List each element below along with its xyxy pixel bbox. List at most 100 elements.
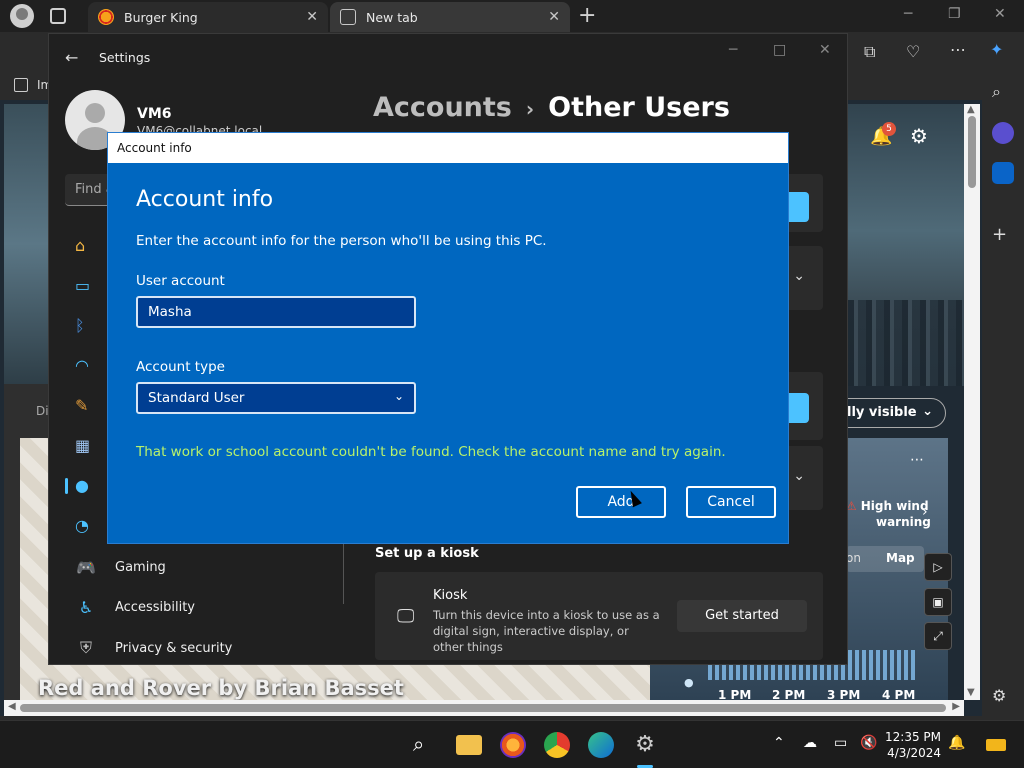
onedrive-cloud-icon[interactable]: ☁ <box>803 735 817 751</box>
vertical-scrollbar[interactable]: ▲ ▼ <box>964 104 980 700</box>
account-type-select[interactable]: Standard User ⌄ <box>136 382 416 414</box>
add-button[interactable]: Add <box>576 486 666 518</box>
scroll-right-icon[interactable]: ▶ <box>952 701 960 712</box>
minimize-icon[interactable]: ─ <box>729 42 737 58</box>
account-info-dialog: Account info Account info Enter the acco… <box>107 132 789 544</box>
weather-more-icon[interactable]: ⋯ <box>910 452 925 468</box>
taskbar: ⌕ ⚙ ⌃ ☁ ▭ 🔇 12:35 PM 4/3/2024 🔔 <box>0 720 1024 768</box>
tab-label: Burger King <box>124 9 198 25</box>
scroll-left-icon[interactable]: ◀ <box>8 701 16 712</box>
more-menu-icon[interactable]: ⋯ <box>950 40 966 59</box>
wind-warning[interactable]: ⚠ High wind warning <box>846 498 931 530</box>
collections-icon[interactable]: ⧉ <box>864 42 875 62</box>
droplet-icon: ● <box>684 676 694 689</box>
scroll-thumb[interactable] <box>968 116 976 188</box>
horizontal-scrollbar[interactable]: ◀ ▶ <box>4 700 964 716</box>
map-tab[interactable]: Map <box>886 551 915 565</box>
page-settings-gear-icon[interactable]: ⚙ <box>910 124 928 148</box>
close-tab-icon[interactable]: ✕ <box>548 9 560 25</box>
background-image-strip <box>4 104 48 384</box>
breadcrumb-parent[interactable]: Accounts <box>373 92 512 123</box>
scroll-up-icon[interactable]: ▲ <box>967 104 975 115</box>
restore-icon[interactable]: ❐ <box>948 6 961 22</box>
browser-tab-bar: Burger King ✕ New tab ✕ + ─ ❐ ✕ <box>0 0 1024 32</box>
edge-icon[interactable] <box>588 732 614 758</box>
tray-overflow-chevron-icon[interactable]: ⌃ <box>773 735 785 751</box>
chrome-icon[interactable] <box>544 732 570 758</box>
scroll-thumb[interactable] <box>20 704 946 712</box>
tab-new-tab[interactable]: New tab ✕ <box>330 2 570 32</box>
play-icon[interactable]: ▷ <box>924 553 952 581</box>
clock[interactable]: 12:35 PM 4/3/2024 <box>885 729 941 761</box>
close-window-icon[interactable]: ✕ <box>994 6 1006 22</box>
account-type-label: Account type <box>136 359 225 375</box>
user-name: VM6 <box>137 106 172 122</box>
chevron-down-icon: ⌄ <box>793 268 805 284</box>
chevron-right-icon[interactable]: › <box>922 504 928 520</box>
notifications-bell-icon[interactable]: 🔔 <box>948 735 965 751</box>
chevron-down-icon: ⌄ <box>922 404 933 419</box>
profile-avatar-icon[interactable] <box>10 4 34 28</box>
bluetooth-icon[interactable]: ᛒ <box>75 316 95 336</box>
file-explorer-icon[interactable] <box>456 735 482 755</box>
burger-king-favicon-icon <box>98 9 114 25</box>
scroll-down-icon[interactable]: ▼ <box>967 687 975 698</box>
add-sidebar-icon[interactable]: + <box>992 224 1014 246</box>
cancel-button[interactable]: Cancel <box>686 486 776 518</box>
browser-essentials-icon[interactable]: ♡ <box>906 42 920 61</box>
tab-actions-icon[interactable] <box>50 8 66 24</box>
nav-accessibility[interactable]: ♿ Accessibility <box>75 598 195 617</box>
comic-caption[interactable]: Red and Rover by Brian Basset <box>38 676 404 700</box>
window-title: Settings <box>99 50 151 65</box>
maximize-icon[interactable]: □ <box>773 42 786 58</box>
apps-icon[interactable]: ▦ <box>75 436 95 456</box>
back-arrow-icon[interactable]: ← <box>65 48 78 67</box>
map-tab-partial[interactable]: on <box>846 551 861 565</box>
kiosk-description: Turn this device into a kiosk to use as … <box>433 608 660 654</box>
copilot-sidebar-icon[interactable] <box>992 122 1014 144</box>
image-icon[interactable]: ▣ <box>924 588 952 616</box>
partial-tab-text: Di <box>36 404 49 418</box>
sidebar-settings-gear-icon[interactable]: ⚙ <box>992 686 1014 708</box>
search-icon[interactable]: ⌕ <box>992 82 1014 104</box>
get-started-button[interactable]: Get started <box>677 600 807 632</box>
close-icon[interactable]: ✕ <box>819 42 831 58</box>
dialog-intro: Enter the account info for the person wh… <box>136 233 547 249</box>
nav-label: Accessibility <box>115 600 195 615</box>
pre-release-badge-icon <box>986 739 1006 751</box>
expand-icon[interactable]: ⤢ <box>924 622 952 650</box>
nav-label: Gaming <box>115 560 166 575</box>
nav-privacy-security[interactable]: ⛨ Privacy & security <box>75 638 232 658</box>
volume-muted-icon[interactable]: 🔇 <box>860 735 877 751</box>
map-tabs: on Map <box>846 546 924 572</box>
copilot-icon[interactable]: ✦ <box>990 40 1003 59</box>
minimize-icon[interactable]: ─ <box>904 6 912 22</box>
settings-gear-icon[interactable]: ⚙ <box>632 732 658 758</box>
firefox-icon[interactable] <box>500 732 526 758</box>
tab-burger-king[interactable]: Burger King ✕ <box>88 2 328 32</box>
favorites-import-icon[interactable] <box>14 78 28 92</box>
close-tab-icon[interactable]: ✕ <box>306 9 318 25</box>
home-icon[interactable]: ⌂ <box>75 236 95 256</box>
network-icon[interactable]: ◠ <box>75 356 95 376</box>
personalization-icon[interactable]: ✎ <box>75 396 95 416</box>
system-icon[interactable]: ▭ <box>75 276 95 296</box>
breadcrumb-chevron-icon: › <box>525 97 535 121</box>
accounts-icon[interactable]: ● <box>75 476 95 496</box>
user-account-label: User account <box>136 273 225 289</box>
user-account-input[interactable] <box>136 296 416 328</box>
search-icon[interactable]: ⌕ <box>413 732 439 758</box>
outlook-icon[interactable] <box>992 162 1014 184</box>
divider <box>343 534 344 604</box>
new-tab-plus-icon[interactable]: + <box>578 3 596 28</box>
kiosk-title: Kiosk <box>433 588 468 603</box>
shield-icon: ⛨ <box>79 638 92 657</box>
nav-gaming[interactable]: 🎮 Gaming <box>75 558 166 577</box>
visibility-label: lly visible <box>847 405 917 420</box>
time-language-icon[interactable]: ◔ <box>75 516 95 536</box>
chevron-down-icon: ⌄ <box>393 389 404 403</box>
kiosk-section-label: Set up a kiosk <box>375 546 479 561</box>
network-status-icon[interactable]: ▭ <box>834 735 847 751</box>
city-buildings <box>848 300 964 386</box>
edge-sidebar: ⌕ + ⚙ <box>982 72 1024 716</box>
